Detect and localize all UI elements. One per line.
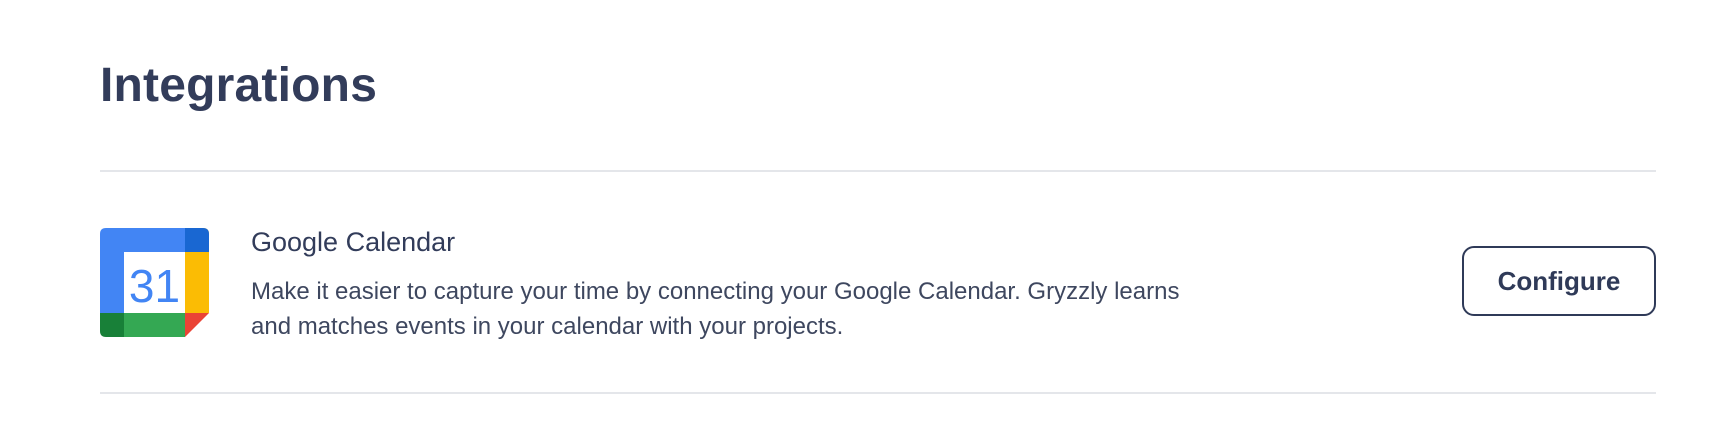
integrations-page: Integrations 31 Google Calendar Make it … — [100, 0, 1656, 424]
integration-description: Make it easier to capture your time by c… — [251, 278, 1180, 340]
integration-info: Google Calendar Make it easier to captur… — [251, 227, 1211, 344]
google-calendar-icon: 31 — [100, 228, 209, 337]
page-title: Integrations — [100, 59, 378, 112]
divider — [100, 392, 1656, 394]
configure-button[interactable]: Configure — [1462, 246, 1656, 316]
calendar-day-number: 31 — [129, 260, 180, 312]
integration-name: Google Calendar — [251, 227, 456, 257]
integration-row-google-calendar: 31 Google Calendar Make it easier to cap… — [100, 227, 1656, 340]
divider — [100, 170, 1656, 172]
